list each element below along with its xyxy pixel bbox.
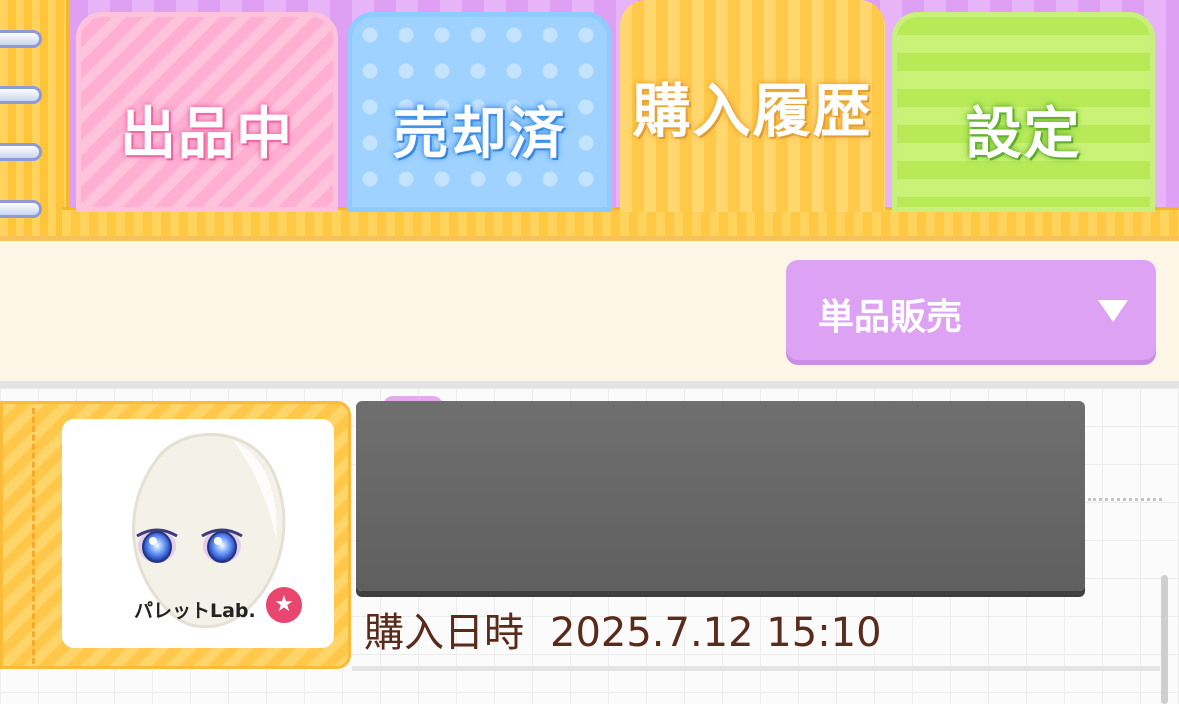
purchase-datetime-value: 2025.7.12 15:10 [550,610,882,656]
section-divider [0,381,1179,388]
binder-ring-icon [0,200,42,218]
sale-type-dropdown-value: 単品販売 [818,297,963,338]
tab-sold[interactable]: 売却済 [347,12,612,212]
tab-purchase-history[interactable]: 購入履歴 [620,0,885,212]
row-divider [352,666,1160,671]
caret-down-icon [1098,300,1128,322]
dotted-separator [1088,498,1162,501]
tab-sold-label: 売却済 [392,102,567,167]
binder-ring-icon [0,143,42,161]
tab-settings-label: 設定 [965,102,1082,167]
thumbnail-stitch-line [32,408,35,664]
tab-listing[interactable]: 出品中 [76,12,338,212]
sale-type-dropdown[interactable]: 単品販売 [786,260,1156,360]
binder-ring-icon [0,86,42,104]
item-brand-label: パレットLab. [134,600,256,622]
scrollbar[interactable] [1161,575,1168,704]
tab-listing-label: 出品中 [120,102,294,167]
notebook-spine [0,0,69,240]
redacted-item-name [356,401,1085,591]
purchase-datetime-label: 購入日時 [364,610,524,656]
purchase-datetime: 購入日時 2025.7.12 15:10 [364,600,882,658]
tab-purchase-history-label: 購入履歴 [632,77,873,145]
binder-ring-icon [0,30,42,48]
star-badge-icon: ★ [263,584,305,626]
tab-settings[interactable]: 設定 [892,12,1155,212]
